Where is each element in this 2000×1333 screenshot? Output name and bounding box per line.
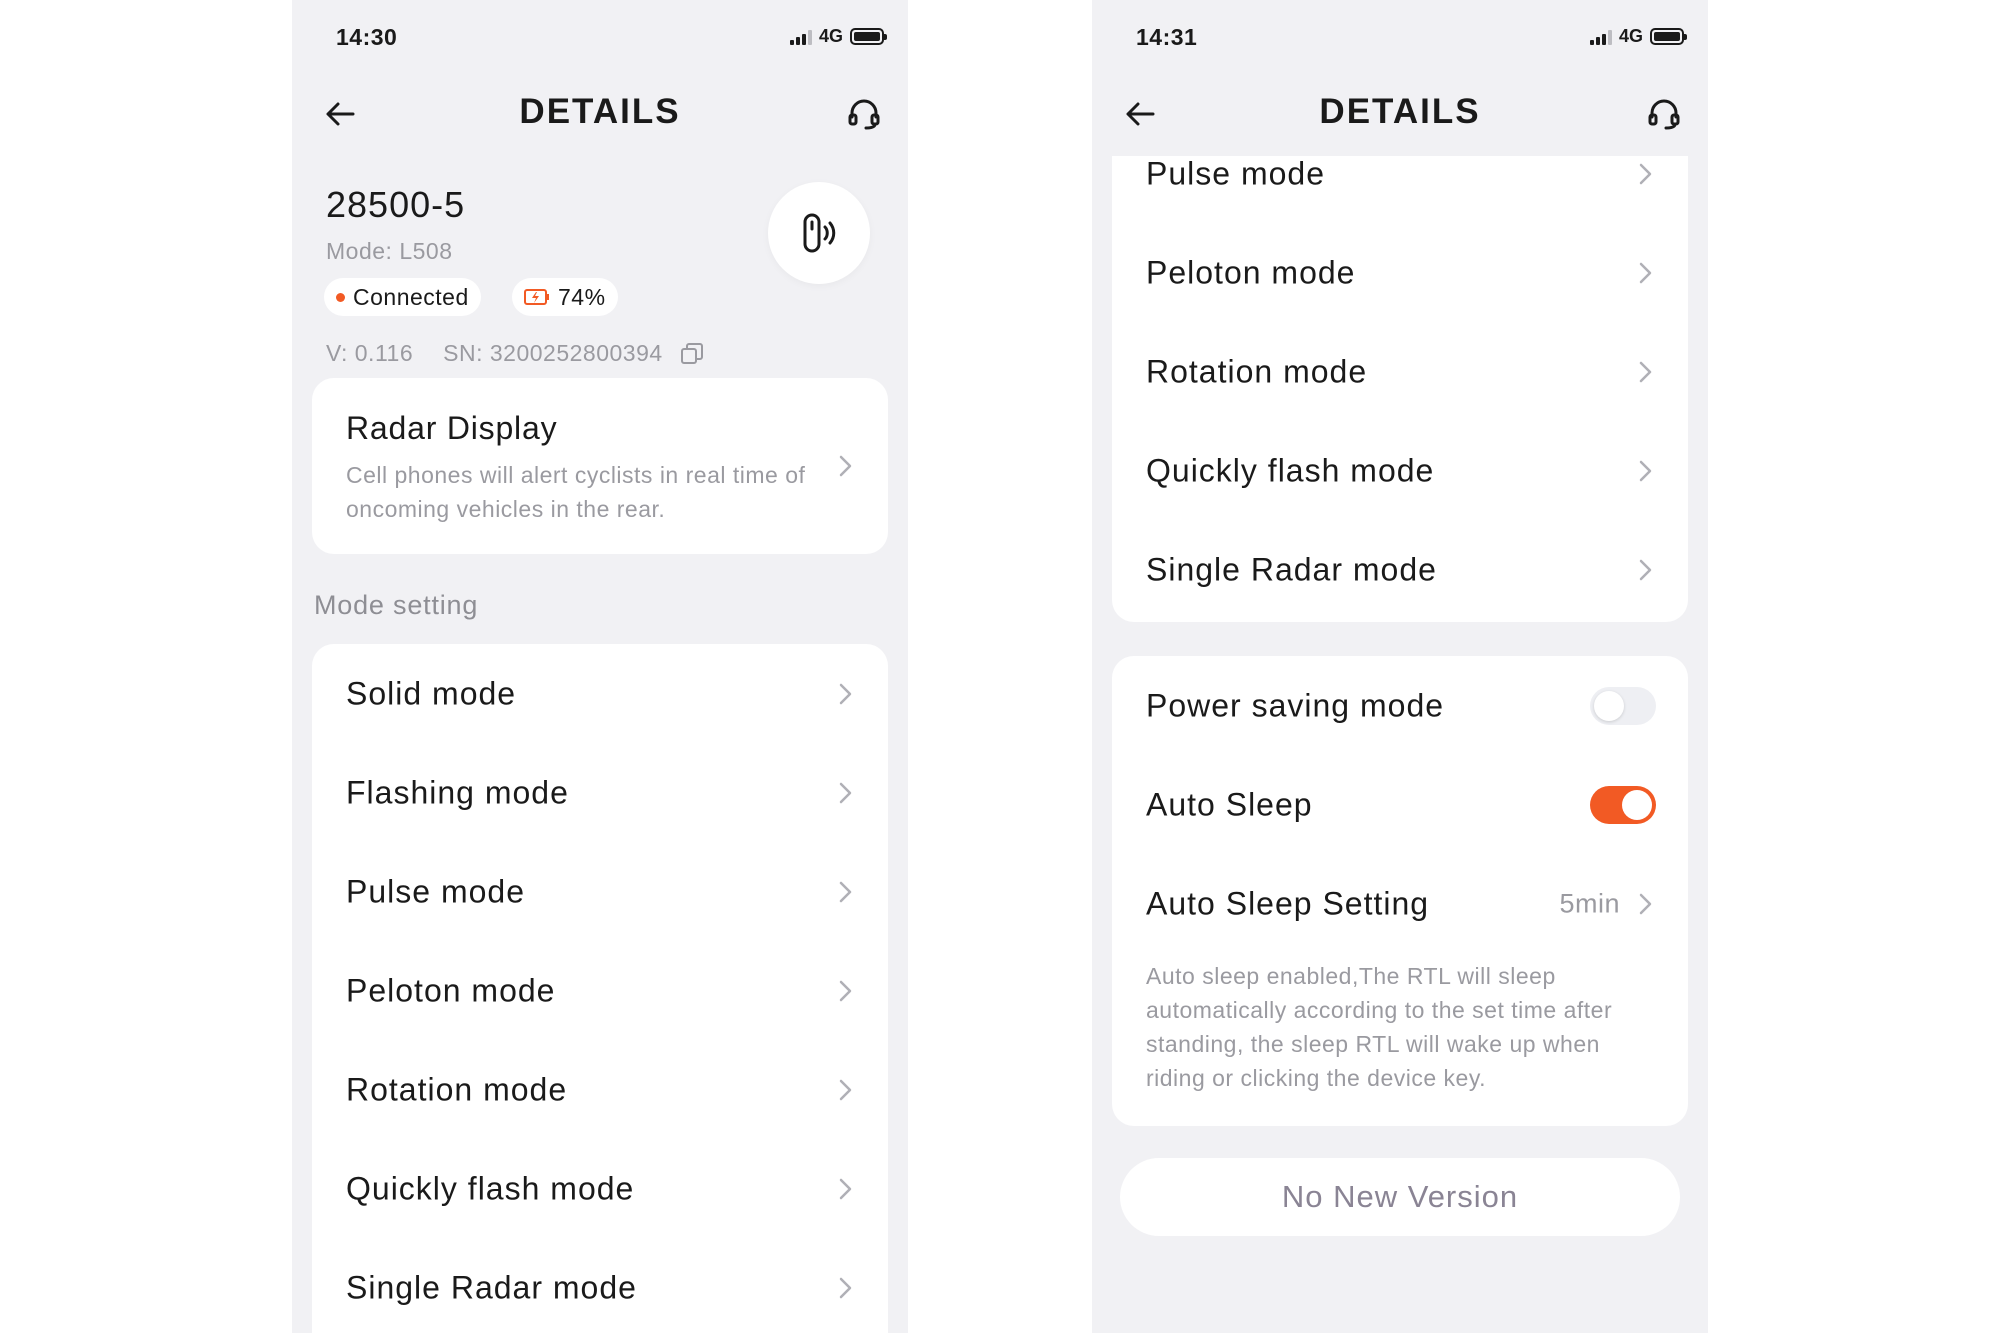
chevron-right-icon	[839, 782, 852, 803]
mode-label: Solid mode	[346, 675, 517, 711]
mode-item-rotation[interactable]: Rotation mode	[312, 1040, 888, 1139]
chevron-right-icon	[1639, 559, 1652, 580]
auto-sleep-label: Auto Sleep	[1146, 786, 1313, 822]
chevron-right-icon	[839, 1277, 852, 1298]
chevron-right-icon	[839, 881, 852, 902]
auto-sleep-description: Auto sleep enabled,The RTL will sleep au…	[1146, 963, 1613, 1091]
power-settings-card: Power saving mode Auto Sleep Auto Sleep …	[1112, 656, 1688, 1126]
status-time: 14:30	[336, 24, 398, 50]
auto-sleep-setting-row[interactable]: Auto Sleep Setting 5min	[1112, 854, 1688, 953]
support-button[interactable]	[1644, 94, 1684, 134]
status-indicators: 4G	[1589, 26, 1687, 47]
mode-item-peloton[interactable]: Peloton mode	[312, 941, 888, 1040]
mode-item-quickly-flash[interactable]: Quickly flash mode	[1112, 421, 1688, 520]
network-type: 4G	[818, 26, 843, 46]
firmware-version: V: 0.116	[326, 340, 414, 366]
signal-icon	[789, 29, 812, 45]
network-type: 4G	[1618, 26, 1643, 46]
chevron-right-icon	[1639, 262, 1652, 283]
mode-label: Flashing mode	[346, 774, 569, 810]
headset-icon	[848, 99, 880, 130]
auto-sleep-toggle[interactable]	[1590, 785, 1656, 824]
battery-charging-icon	[524, 289, 549, 305]
mode-item-peloton[interactable]: Peloton mode	[1112, 223, 1688, 322]
power-saving-label: Power saving mode	[1146, 687, 1445, 723]
chevron-right-icon	[839, 1079, 852, 1100]
chevron-right-icon	[839, 1178, 852, 1199]
remote-signal-icon	[803, 213, 836, 253]
mode-label: Peloton mode	[346, 972, 556, 1008]
support-button[interactable]	[844, 94, 884, 134]
device-model: Mode: L508	[326, 238, 453, 264]
chevron-right-icon	[1639, 361, 1652, 382]
status-bar: 14:30 4G	[292, 0, 908, 74]
power-saving-row: Power saving mode	[1112, 656, 1688, 755]
mode-item-solid[interactable]: Solid mode	[312, 644, 888, 743]
firmware-update-button[interactable]: No New Version	[1120, 1158, 1680, 1236]
device-identifiers: V: 0.116 SN: 3200252800394	[326, 340, 705, 367]
page-title: DETAILS	[1319, 92, 1481, 131]
chevron-right-icon	[1639, 460, 1652, 481]
details-screen-right: Pulse mode Peloton mode Rotation mode Qu…	[1092, 0, 1708, 1333]
mode-label: Single Radar mode	[1146, 551, 1437, 587]
chevron-right-icon	[1639, 893, 1652, 914]
mode-label: Quickly flash mode	[346, 1170, 635, 1206]
power-saving-toggle[interactable]	[1590, 686, 1656, 725]
radar-description: Cell phones will alert cyclists in real …	[346, 462, 806, 522]
status-dot-icon	[336, 292, 345, 302]
headset-icon	[1648, 99, 1680, 130]
mode-item-flashing[interactable]: Flashing mode	[312, 743, 888, 842]
status-indicators: 4G	[789, 26, 887, 47]
mode-item-pulse[interactable]: Pulse mode	[312, 842, 888, 941]
mode-label: Peloton mode	[1146, 254, 1356, 290]
mode-item-rotation[interactable]: Rotation mode	[1112, 322, 1688, 421]
nav-bar: DETAILS	[292, 74, 908, 154]
mode-label: Quickly flash mode	[1146, 452, 1435, 488]
auto-sleep-setting-label: Auto Sleep Setting	[1146, 885, 1430, 921]
connection-badge: Connected	[324, 278, 481, 316]
auto-sleep-row: Auto Sleep	[1112, 755, 1688, 854]
mode-label: Rotation mode	[1146, 353, 1368, 389]
copy-icon[interactable]	[679, 341, 705, 367]
status-time: 14:31	[1136, 24, 1198, 50]
signal-icon	[1589, 29, 1612, 45]
serial-number: SN: 3200252800394	[443, 340, 663, 366]
mode-item-single-radar[interactable]: Single Radar mode	[312, 1238, 888, 1333]
auto-sleep-setting-value: 5min	[1559, 888, 1620, 918]
mode-list: Solid mode Flashing mode Pulse mode Pelo…	[312, 644, 888, 1333]
mode-item-quickly-flash[interactable]: Quickly flash mode	[312, 1139, 888, 1238]
battery-level: 74%	[558, 283, 606, 310]
chevron-right-icon	[1639, 163, 1652, 184]
chevron-right-icon	[839, 980, 852, 1001]
section-label: Mode setting	[314, 590, 479, 620]
radar-title: Radar Display	[346, 410, 558, 446]
battery-icon	[850, 28, 887, 45]
battery-badge: 74%	[512, 278, 618, 316]
connection-status: Connected	[353, 283, 469, 310]
mode-list-scrolled: Pulse mode Peloton mode Rotation mode Qu…	[1112, 110, 1688, 622]
details-screen-left: 14:30 4G DETAILS 28500-5 Mode: L508 Conn…	[292, 0, 908, 1333]
mode-item-single-radar[interactable]: Single Radar mode	[1112, 520, 1688, 619]
battery-icon	[1650, 28, 1687, 45]
device-name: 28500-5	[326, 184, 466, 225]
mode-label: Pulse mode	[346, 873, 525, 909]
find-device-button[interactable]	[768, 182, 870, 284]
page-title: DETAILS	[519, 92, 681, 131]
chevron-right-icon	[839, 683, 852, 704]
radar-display-card[interactable]: Radar Display Cell phones will alert cyc…	[312, 378, 888, 554]
mode-label: Rotation mode	[346, 1071, 568, 1107]
chevron-right-icon	[839, 455, 852, 477]
nav-bar: DETAILS	[1092, 74, 1708, 156]
mode-label: Pulse mode	[1146, 155, 1325, 191]
mode-label: Single Radar mode	[346, 1269, 637, 1305]
status-bar: 14:31 4G	[1092, 0, 1708, 74]
